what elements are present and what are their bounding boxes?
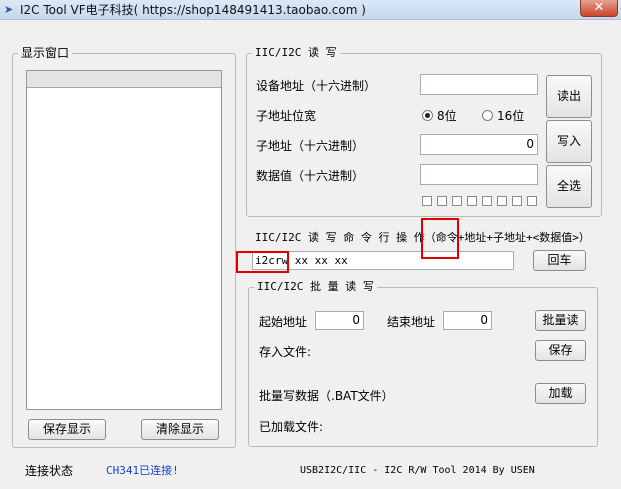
save-display-button[interactable]: 保存显示	[28, 419, 106, 440]
bit-checkbox-0[interactable]	[527, 196, 537, 206]
data-value-input[interactable]	[420, 164, 538, 185]
radio-8bit[interactable]	[422, 110, 433, 121]
start-address-label: 起始地址	[259, 315, 308, 329]
data-value-label: 数据值（十六进制）	[256, 169, 365, 183]
save-file-button[interactable]: 保存	[535, 340, 586, 361]
bit-checkbox-2[interactable]	[497, 196, 507, 206]
window-title: I2C Tool VF电子科技( https://shop148491413.t…	[20, 3, 366, 17]
select-all-button[interactable]: 全选	[546, 165, 592, 208]
radio-16bit-label: 16位	[497, 109, 525, 123]
bit-checkbox-3[interactable]	[482, 196, 492, 206]
batch-legend: IIC/I2C 批 量 读 写	[254, 280, 377, 294]
clear-display-button[interactable]: 清除显示	[141, 419, 219, 440]
command-input[interactable]: i2crw xx xx xx	[252, 251, 514, 270]
arrow-icon: ➤	[4, 3, 14, 16]
write-button[interactable]: 写入	[546, 120, 592, 163]
device-address-label: 设备地址（十六进制）	[256, 79, 377, 93]
enter-button[interactable]: 回车	[533, 250, 586, 271]
annotation-box-command	[421, 218, 459, 259]
display-window-legend: 显示窗口	[18, 46, 73, 60]
bit-checkbox-5[interactable]	[452, 196, 462, 206]
display-textarea[interactable]	[26, 70, 222, 410]
footer-credit: USB2I2C/IIC - I2C R/W Tool 2014 By USEN	[300, 465, 535, 476]
bit-checkbox-7[interactable]	[422, 196, 432, 206]
bit-checkbox-6[interactable]	[437, 196, 447, 206]
load-button[interactable]: 加载	[535, 383, 586, 404]
end-address-label: 结束地址	[387, 315, 436, 329]
batch-read-button[interactable]: 批量读	[535, 310, 586, 331]
end-address-input[interactable]: 0	[443, 311, 492, 330]
save-file-label: 存入文件:	[259, 345, 312, 359]
connection-status-value: CH341已连接!	[106, 464, 179, 477]
read-button[interactable]: 读出	[546, 75, 592, 118]
bit-checkbox-1[interactable]	[512, 196, 522, 206]
annotation-box-i2crw	[236, 251, 289, 273]
subaddress-label: 子地址（十六进制）	[256, 139, 365, 153]
display-header-bar	[27, 71, 221, 88]
radio-16bit[interactable]	[482, 110, 493, 121]
device-address-input[interactable]	[420, 74, 538, 95]
subaddr-width-label: 子地址位宽	[256, 109, 317, 123]
start-address-input[interactable]: 0	[315, 311, 364, 330]
rw-legend: IIC/I2C 读 写	[252, 46, 340, 60]
connection-status-label: 连接状态	[25, 464, 74, 478]
bit-checkbox-4[interactable]	[467, 196, 477, 206]
radio-8bit-label: 8位	[437, 109, 457, 123]
loaded-file-label: 已加载文件:	[259, 420, 324, 434]
batch-write-label: 批量写数据（.BAT文件）	[259, 389, 394, 403]
close-button[interactable]: ✕	[580, 0, 618, 17]
subaddress-input[interactable]: 0	[420, 134, 538, 155]
